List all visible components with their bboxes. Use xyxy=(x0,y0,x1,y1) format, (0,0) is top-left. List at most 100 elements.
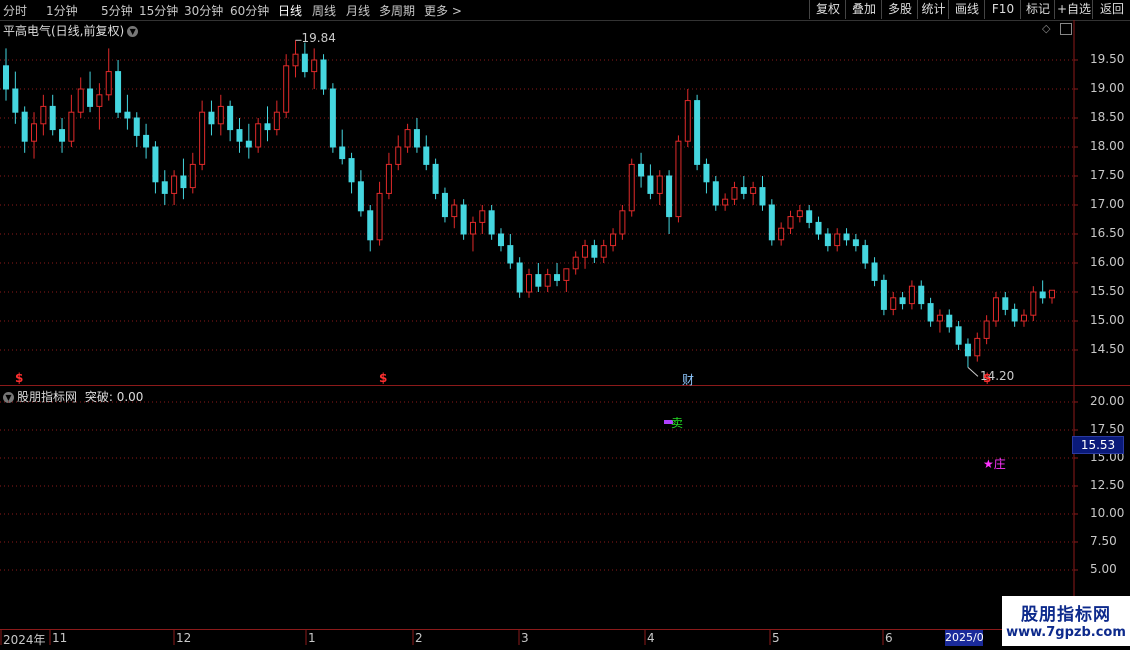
dividend-marker[interactable]: $ xyxy=(15,371,23,385)
candle-body xyxy=(87,88,94,107)
dividend-marker[interactable]: $ xyxy=(983,371,991,385)
candle-body xyxy=(329,88,336,148)
candle-body xyxy=(208,111,215,125)
candle-body xyxy=(49,105,56,131)
candle-body xyxy=(824,233,831,247)
candle-body xyxy=(703,163,710,183)
candle-body xyxy=(880,279,887,310)
watermark-title: 股朋指标网 xyxy=(1021,605,1111,625)
candle-body xyxy=(348,158,355,183)
fuquan-button[interactable]: 复权 xyxy=(809,0,846,19)
stock-title: 平高电气(日线,前复权) xyxy=(3,24,125,38)
candle-body xyxy=(974,337,981,357)
candle-body xyxy=(21,111,28,142)
candle-body xyxy=(189,163,196,189)
chevron-down-icon[interactable]: ▼ xyxy=(127,26,139,37)
stats-button[interactable]: 统计 xyxy=(917,0,949,19)
candle-body xyxy=(778,227,785,241)
period-weekly[interactable]: 周线 xyxy=(312,2,336,19)
price-tick-label: 17.00 xyxy=(1090,197,1125,211)
candle-body xyxy=(610,233,617,247)
price-tick-label: 19.00 xyxy=(1090,81,1125,95)
candle-body xyxy=(413,129,420,148)
candle-body xyxy=(497,233,504,247)
f10-button[interactable]: F10 xyxy=(984,0,1021,19)
candle-body xyxy=(647,175,654,194)
watermark-logo: 股朋指标网 www.7gpzb.com xyxy=(1002,596,1130,646)
period-multi[interactable]: 多周期 xyxy=(379,2,415,19)
indicator-field-label: 突破: xyxy=(84,390,113,404)
candle-body xyxy=(376,192,383,241)
chart-title: 平高电气(日线,前复权) ▼ xyxy=(3,22,139,39)
period-30min[interactable]: 30分钟 xyxy=(184,2,223,19)
candle-body xyxy=(320,59,327,90)
current-date-box: 2025/0 xyxy=(945,630,984,646)
candle-body xyxy=(133,117,140,136)
candle-body xyxy=(180,175,187,189)
candle-body xyxy=(731,187,738,200)
candle-body xyxy=(964,343,971,357)
price-tick-label: 15.50 xyxy=(1090,284,1125,298)
period-monthly[interactable]: 月线 xyxy=(346,2,370,19)
date-tick-label: 2 xyxy=(415,631,423,645)
period-toolbar: 分时 1分钟 5分钟 15分钟 30分钟 60分钟 日线 周线 月线 多周期 更… xyxy=(0,0,1130,21)
mark-button[interactable]: 标记 xyxy=(1020,0,1055,19)
candle-body xyxy=(927,303,934,322)
candle-body xyxy=(656,175,663,194)
period-15min[interactable]: 15分钟 xyxy=(139,2,178,19)
date-tick-label: 4 xyxy=(647,631,655,645)
period-60min[interactable]: 60分钟 xyxy=(230,2,269,19)
candle-body xyxy=(96,94,103,107)
current-price-tag: 15.53 xyxy=(1072,436,1124,454)
indicator-tick-label: 10.00 xyxy=(1090,506,1125,520)
candle-body xyxy=(526,274,532,293)
add-watchlist-button[interactable]: +自选 xyxy=(1054,0,1093,19)
watermark-url: www.7gpzb.com xyxy=(1006,625,1126,640)
candle-body xyxy=(1020,314,1027,322)
back-button[interactable]: 返回 xyxy=(1092,0,1130,19)
indicator-tick-label: 20.00 xyxy=(1090,394,1125,408)
period-daily[interactable]: 日线 xyxy=(278,2,302,19)
period-fenshi[interactable]: 分时 xyxy=(3,2,27,19)
zhuang-signal: ★庄 xyxy=(983,457,1006,471)
overlay-button[interactable]: 叠加 xyxy=(845,0,882,19)
candle-body xyxy=(740,187,747,194)
candle-body xyxy=(759,187,766,206)
finance-report-marker[interactable]: 财 xyxy=(682,371,694,388)
period-more[interactable]: 更多 > xyxy=(424,2,462,19)
candle-body xyxy=(31,123,38,142)
date-tick-label: 2024年 xyxy=(3,633,46,647)
candle-body xyxy=(806,210,813,223)
period-5min[interactable]: 5分钟 xyxy=(101,2,133,19)
candle-body xyxy=(77,88,84,113)
candle-body xyxy=(871,262,878,281)
candle-body xyxy=(768,204,775,241)
multi-stock-button[interactable]: 多股 xyxy=(881,0,918,19)
date-tick-label: 6 xyxy=(885,631,893,645)
candle-body xyxy=(423,146,430,165)
candle-body xyxy=(199,111,206,165)
price-tick-label: 17.50 xyxy=(1090,168,1125,182)
candle-body xyxy=(946,314,953,328)
indicator-name: 股朋指标网 xyxy=(17,390,78,404)
candle-body xyxy=(68,111,75,142)
candle-body xyxy=(535,274,542,287)
price-tick-label: 14.50 xyxy=(1090,342,1125,356)
diamond-icon[interactable]: ◇ xyxy=(1042,22,1050,35)
candle-body xyxy=(301,53,308,73)
price-tick-label: 16.50 xyxy=(1090,226,1125,240)
candle-body xyxy=(1039,291,1046,299)
candle-body xyxy=(339,146,346,160)
dividend-marker[interactable]: $ xyxy=(379,371,387,385)
panel-toggle-icon[interactable] xyxy=(1060,23,1072,35)
draw-line-button[interactable]: 画线 xyxy=(948,0,985,19)
candle-body xyxy=(628,163,635,212)
candle-body xyxy=(441,192,448,218)
price-tick-label: 16.00 xyxy=(1090,255,1125,269)
candle-body xyxy=(12,88,19,113)
candle-body xyxy=(311,59,318,73)
period-1min[interactable]: 1分钟 xyxy=(46,2,78,19)
candle-body xyxy=(171,175,178,194)
candle-body xyxy=(479,210,486,223)
chevron-down-icon[interactable]: ▼ xyxy=(3,392,14,403)
